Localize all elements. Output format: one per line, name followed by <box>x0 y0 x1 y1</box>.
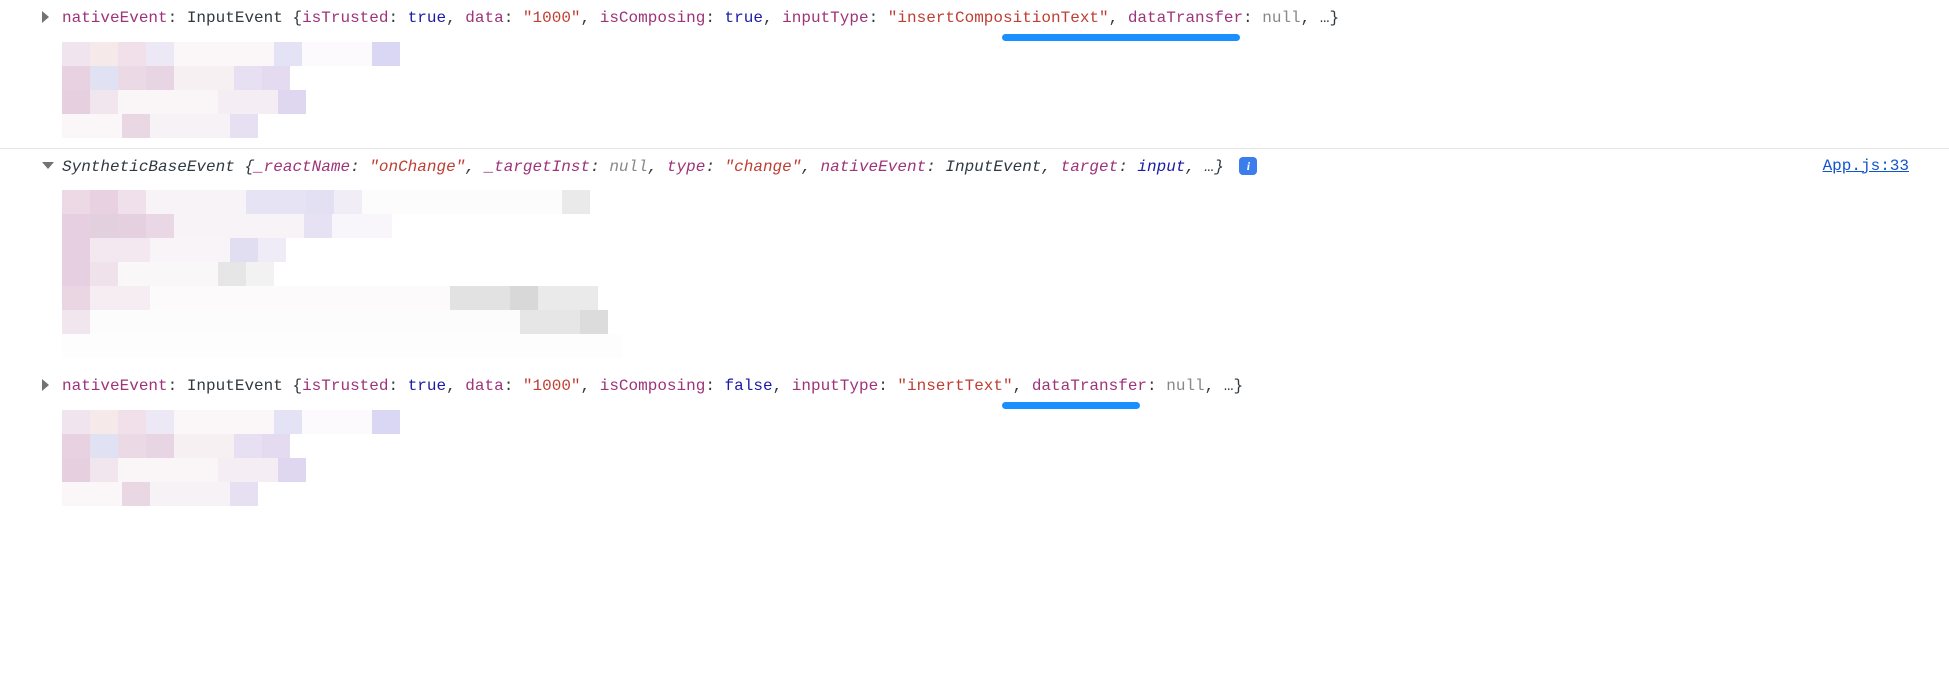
blurred-content <box>62 190 1949 358</box>
string-value: "change" <box>725 158 802 176</box>
expand-arrow-icon[interactable] <box>42 11 49 23</box>
type-value: input <box>1137 158 1185 176</box>
brace-open: { <box>292 377 302 395</box>
brace-close: } <box>1233 377 1243 395</box>
colon: : <box>168 377 187 395</box>
blurred-content <box>62 410 1949 506</box>
property-key: data <box>465 9 503 27</box>
property-key: isComposing <box>600 377 706 395</box>
info-icon[interactable]: i <box>1239 157 1257 175</box>
property-key: nativeEvent <box>62 9 168 27</box>
string-value: "onChange" <box>369 158 465 176</box>
type-value: InputEvent <box>945 158 1041 176</box>
console-log-row: SyntheticBaseEvent {_reactName: "onChang… <box>0 148 1949 187</box>
native-event-line: nativeEvent: InputEvent {isTrusted: true… <box>62 6 1339 32</box>
property-key: nativeEvent <box>821 158 927 176</box>
collapse-arrow-icon[interactable] <box>42 162 54 169</box>
synthetic-event-line: SyntheticBaseEvent {_reactName: "onChang… <box>62 155 1257 181</box>
brace-open: { <box>244 158 254 176</box>
property-key: dataTransfer <box>1032 377 1147 395</box>
property-key: _targetInst <box>484 158 590 176</box>
property-key: inputType <box>792 377 878 395</box>
colon: : <box>168 9 187 27</box>
bool-value: true <box>408 377 446 395</box>
property-key: isTrusted <box>302 9 388 27</box>
bool-value: true <box>725 9 763 27</box>
brace-close: } <box>1214 158 1224 176</box>
console-log-row: nativeEvent: InputEvent {isTrusted: true… <box>0 368 1949 406</box>
string-value: "1000" <box>523 377 581 395</box>
string-value: "insertText" <box>897 377 1012 395</box>
property-key: isComposing <box>600 9 706 27</box>
blurred-content <box>62 42 1949 138</box>
null-value: null <box>1166 377 1204 395</box>
null-value: null <box>1262 9 1300 27</box>
property-key: isTrusted <box>302 377 388 395</box>
expand-arrow-icon[interactable] <box>42 379 49 391</box>
null-value: null <box>609 158 647 176</box>
bool-value: true <box>408 9 446 27</box>
highlight-underline <box>1002 34 1240 41</box>
class-name: InputEvent <box>187 377 283 395</box>
property-key: dataTransfer <box>1128 9 1243 27</box>
native-event-line: nativeEvent: InputEvent {isTrusted: true… <box>62 374 1243 400</box>
property-key: type <box>667 158 705 176</box>
ellipsis: … <box>1224 377 1234 395</box>
source-link[interactable]: App.js:33 <box>1823 157 1909 175</box>
string-value: "1000" <box>523 9 581 27</box>
property-key: _reactName <box>254 158 350 176</box>
brace-close: } <box>1329 9 1339 27</box>
brace-open: { <box>292 9 302 27</box>
bool-value: false <box>725 377 773 395</box>
class-name: SyntheticBaseEvent <box>62 158 235 176</box>
console-log-row: nativeEvent: InputEvent {isTrusted: true… <box>0 0 1949 38</box>
property-key: nativeEvent <box>62 377 168 395</box>
property-key: data <box>465 377 503 395</box>
ellipsis: … <box>1205 158 1215 176</box>
property-key: inputType <box>782 9 868 27</box>
class-name: InputEvent <box>187 9 283 27</box>
string-value: "insertCompositionText" <box>888 9 1109 27</box>
highlight-underline <box>1002 402 1140 409</box>
property-key: target <box>1061 158 1119 176</box>
